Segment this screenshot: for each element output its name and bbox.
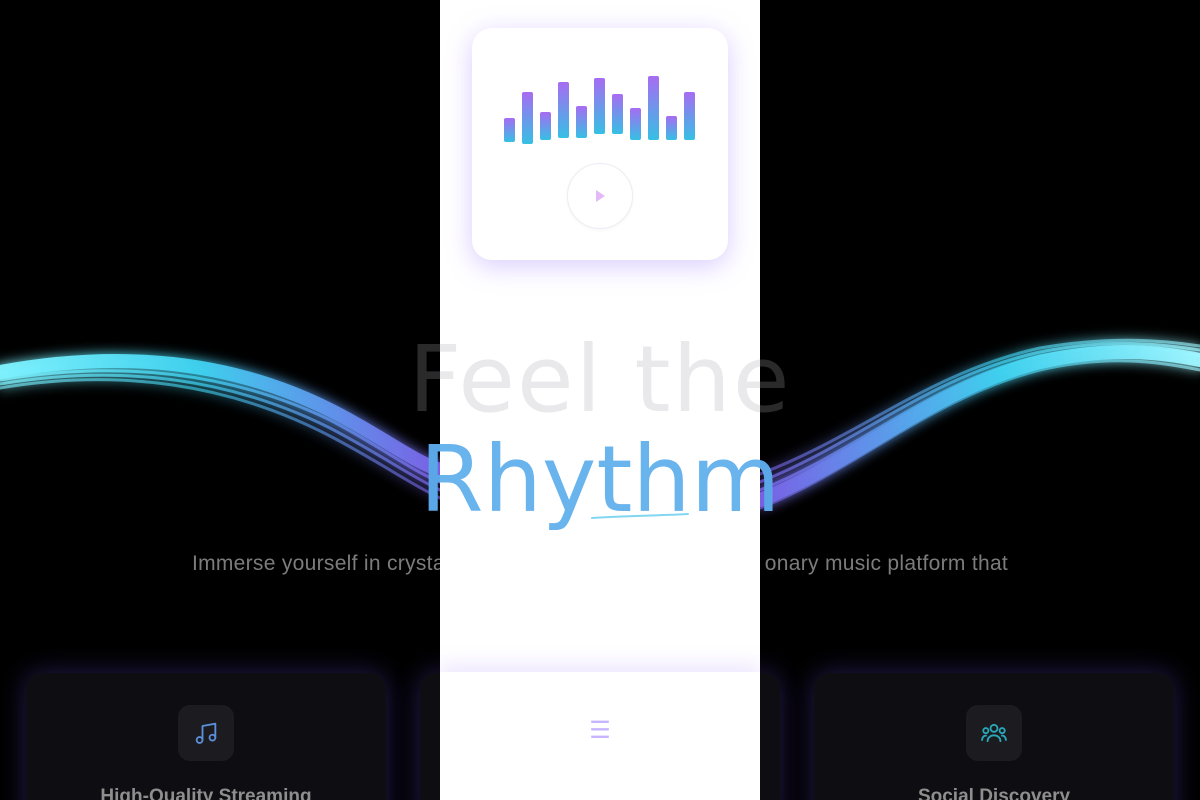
equalizer-bar bbox=[666, 116, 677, 140]
equalizer-bar bbox=[648, 76, 659, 140]
equalizer-bar bbox=[522, 92, 533, 144]
hero-subtitle-left: Immerse yourself in crysta bbox=[191, 552, 445, 575]
equalizer-bar bbox=[504, 118, 515, 142]
play-button[interactable] bbox=[567, 163, 633, 229]
menu-icon[interactable]: ☰ bbox=[586, 716, 614, 744]
play-icon bbox=[596, 190, 605, 202]
equalizer-bar bbox=[630, 108, 641, 140]
equalizer-bar bbox=[594, 78, 605, 134]
users-icon bbox=[966, 705, 1022, 761]
landing-page: Feel the Rhythm Immerse yourself in crys… bbox=[0, 0, 1200, 800]
equalizer-bar bbox=[684, 92, 695, 140]
equalizer-bar bbox=[612, 94, 623, 134]
mobile-panel: Feel the Rhythm ☰ bbox=[440, 0, 760, 800]
hero-subtitle-right: onary music platform that bbox=[764, 552, 1009, 575]
equalizer-bar bbox=[558, 82, 569, 138]
feature-card-streaming[interactable]: High-Quality Streaming bbox=[26, 673, 386, 800]
feature-title: High-Quality Streaming bbox=[100, 786, 312, 800]
equalizer-bar bbox=[576, 106, 587, 138]
panel-hero-title: Feel the bbox=[440, 326, 760, 433]
accent-underline bbox=[591, 513, 689, 519]
feature-card-social[interactable]: Social Discovery bbox=[814, 673, 1174, 800]
music-note-icon bbox=[178, 705, 234, 761]
equalizer-bar bbox=[540, 112, 551, 140]
feature-title: Social Discovery bbox=[917, 786, 1071, 800]
player-card bbox=[472, 28, 728, 260]
bottom-nav: ☰ bbox=[440, 672, 760, 800]
